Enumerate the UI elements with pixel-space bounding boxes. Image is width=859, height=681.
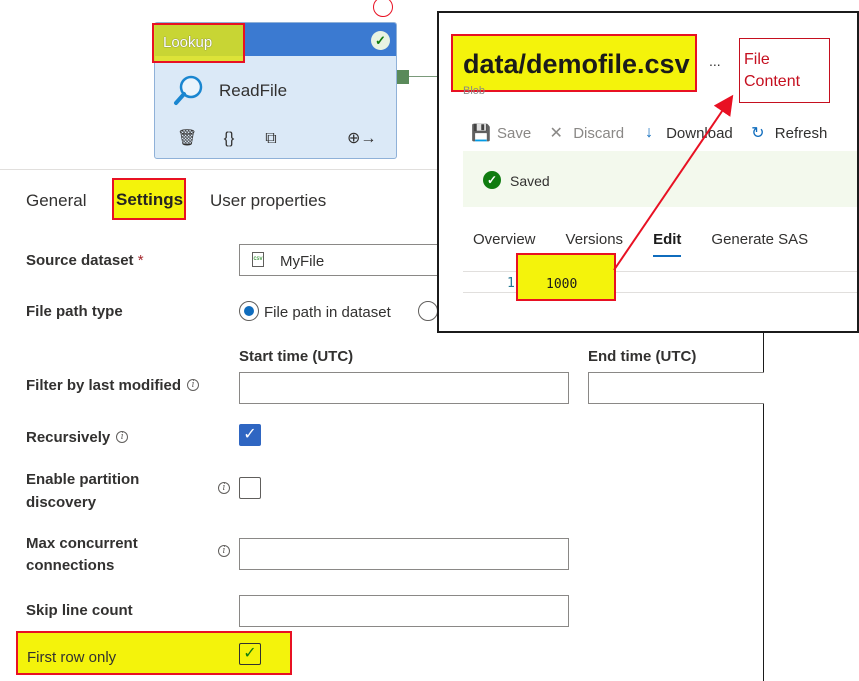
partition-discovery-label-line2: discovery [26, 494, 97, 511]
recursively-checkbox[interactable]: ✓ [239, 424, 261, 446]
info-icon[interactable]: i [218, 482, 230, 494]
csv-file-icon: csv [252, 252, 264, 267]
blob-subtitle: Blob [463, 85, 486, 97]
connector-line [409, 76, 439, 77]
tab-versions[interactable]: Versions [566, 231, 624, 248]
copy-icon[interactable]: ⧉ [261, 129, 281, 149]
blob-title: data/demofile.csv [463, 49, 690, 79]
skip-line-count-label: Skip line count [26, 602, 133, 619]
download-icon: ↓ [645, 124, 654, 141]
delete-icon[interactable]: 🗑 [177, 129, 197, 149]
activity-name: ReadFile [219, 81, 288, 100]
radio-file-path-in-dataset[interactable] [239, 301, 259, 321]
partition-discovery-label-line1: Enable partition [26, 471, 140, 488]
end-time-label: End time (UTC) [588, 348, 697, 365]
first-row-only-checkbox[interactable]: ✓ [239, 643, 261, 665]
success-check-icon: ✓ [371, 31, 390, 50]
discard-button[interactable]: ✕ Discard [547, 123, 625, 143]
file-path-type-label: File path type [26, 303, 123, 320]
tab-general[interactable]: General [26, 191, 86, 211]
download-button[interactable]: ↓ Download [640, 123, 733, 143]
success-check-icon: ✓ [483, 171, 501, 189]
end-time-input[interactable] [588, 372, 764, 404]
radio-label-file-path-in-dataset: File path in dataset [264, 304, 391, 321]
refresh-button[interactable]: ↻ Refresh [749, 123, 827, 143]
first-row-only-label: First row only [27, 649, 117, 666]
saved-status-text: Saved [510, 173, 550, 189]
source-dataset-select[interactable]: csv MyFile [239, 244, 449, 276]
info-icon[interactable]: i [218, 545, 230, 557]
source-dataset-value: MyFile [280, 253, 325, 270]
blob-editor-panel: data/demofile.csv Blob ... File Content … [437, 11, 859, 333]
discard-icon: ✕ [549, 125, 563, 142]
refresh-icon: ↻ [751, 125, 765, 142]
tab-generate-sas[interactable]: Generate SAS [711, 231, 808, 248]
info-icon[interactable]: i [187, 379, 200, 391]
partition-discovery-checkbox[interactable] [239, 477, 261, 499]
file-line-content[interactable]: 1000 [546, 277, 577, 292]
add-output-icon[interactable]: ⊕→ [347, 129, 376, 149]
activity-toolbar: 🗑 {} ⧉ ⊕→ [177, 129, 376, 149]
skip-line-count-input[interactable] [239, 595, 569, 627]
success-connector-handle[interactable] [397, 70, 409, 84]
start-time-label: Start time (UTC) [239, 348, 354, 365]
code-braces-icon[interactable]: {} [219, 129, 239, 149]
max-connections-label-line1: Max concurrent [26, 535, 138, 552]
file-content-callout: File Content [739, 38, 830, 103]
tab-edit[interactable]: Edit [653, 231, 682, 257]
line-number: 1 [507, 276, 515, 291]
saved-status-bar: ✓ Saved [463, 151, 857, 207]
start-time-input[interactable] [239, 372, 569, 404]
source-dataset-label: Source dataset * [26, 252, 144, 269]
info-icon[interactable]: i [116, 431, 129, 443]
canvas-handle-marker [373, 0, 393, 17]
activity-type-label: Lookup [152, 23, 245, 63]
more-options-icon[interactable]: ... [709, 53, 721, 69]
max-connections-input[interactable] [239, 538, 569, 570]
max-connections-label-line2: connections [26, 557, 115, 574]
first-row-only-highlight: First row only ✓ [16, 631, 292, 675]
tab-user-properties[interactable]: User properties [210, 191, 326, 211]
filter-last-modified-label: Filter by last modified i [26, 377, 200, 394]
tab-settings[interactable]: Settings [116, 190, 183, 210]
save-icon: 💾 [471, 125, 491, 142]
lookup-search-icon [174, 75, 203, 105]
radio-other-option[interactable] [418, 301, 438, 321]
blob-tabs: Overview Versions Edit Generate SAS [473, 231, 838, 257]
recursively-label: Recursively i [26, 429, 129, 446]
tab-overview[interactable]: Overview [473, 231, 536, 248]
blob-toolbar: 💾 Save ✕ Discard ↓ Download ↻ Refresh [471, 123, 843, 143]
save-button[interactable]: 💾 Save [471, 123, 531, 143]
